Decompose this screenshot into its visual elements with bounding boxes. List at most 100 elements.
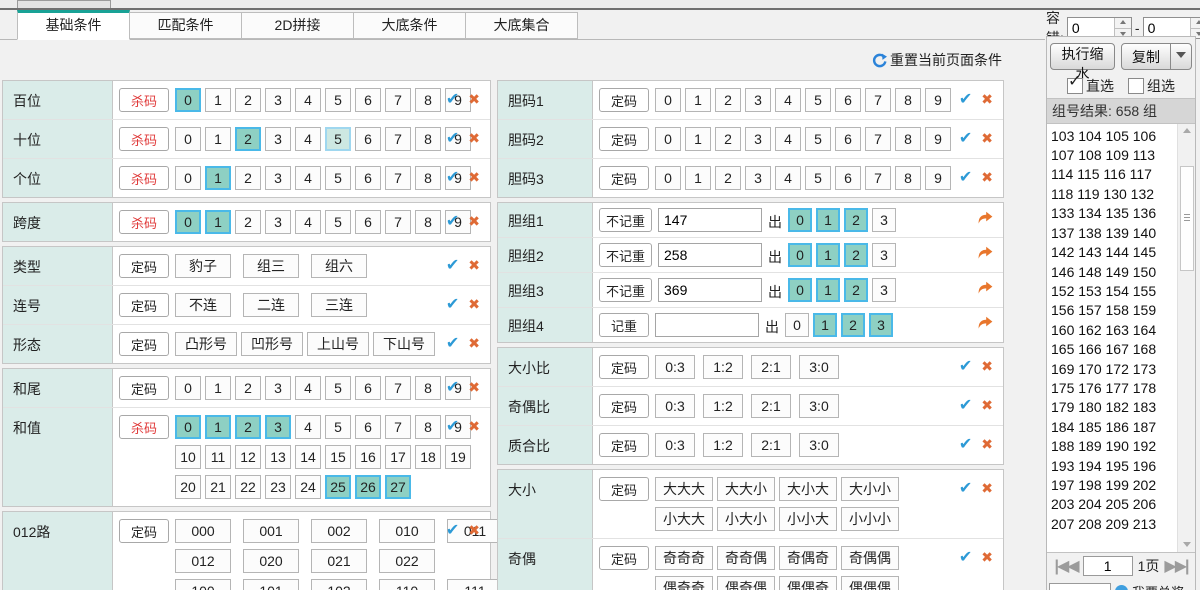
filter-cell-上山号[interactable]: 上山号 bbox=[307, 332, 369, 356]
confirm-check-icon[interactable]: ✔ bbox=[446, 294, 459, 314]
clear-x-icon[interactable]: ✖ bbox=[468, 213, 480, 230]
filter-cell-22[interactable]: 22 bbox=[235, 475, 261, 499]
filter-cell-010[interactable]: 010 bbox=[379, 519, 435, 543]
mode-button-定码[interactable]: 定码 bbox=[599, 88, 649, 112]
clear-x-icon[interactable]: ✖ bbox=[468, 379, 480, 396]
filter-cell-不连[interactable]: 不连 bbox=[175, 293, 231, 317]
filter-cell-3[interactable]: 3 bbox=[745, 166, 771, 190]
filter-cell-4[interactable]: 4 bbox=[295, 166, 321, 190]
filter-cell-3[interactable]: 3 bbox=[745, 127, 771, 151]
filter-cell-7[interactable]: 7 bbox=[865, 88, 891, 112]
filter-cell-6[interactable]: 6 bbox=[835, 166, 861, 190]
filter-cell-3:0[interactable]: 3:0 bbox=[799, 394, 839, 418]
filter-cell-0[interactable]: 0 bbox=[655, 88, 681, 112]
filter-cell-小小小[interactable]: 小小小 bbox=[841, 507, 899, 531]
filter-cell-3:0[interactable]: 3:0 bbox=[799, 433, 839, 457]
filter-cell-1:2[interactable]: 1:2 bbox=[703, 355, 743, 379]
filter-cell-0:3[interactable]: 0:3 bbox=[655, 355, 695, 379]
mode-button-记重[interactable]: 记重 bbox=[599, 313, 649, 337]
filter-cell-2[interactable]: 2 bbox=[844, 208, 868, 232]
filter-cell-2[interactable]: 2 bbox=[235, 376, 261, 400]
filter-cell-2[interactable]: 2 bbox=[235, 415, 261, 439]
filter-cell-1[interactable]: 1 bbox=[816, 278, 840, 302]
filter-cell-3[interactable]: 3 bbox=[872, 243, 896, 267]
confirm-check-icon[interactable]: ✔ bbox=[446, 520, 459, 540]
filter-cell-3[interactable]: 3 bbox=[265, 415, 291, 439]
mode-button-定码[interactable]: 定码 bbox=[119, 376, 169, 400]
filter-cell-25[interactable]: 25 bbox=[325, 475, 351, 499]
filter-cell-4[interactable]: 4 bbox=[775, 88, 801, 112]
filter-cell-6[interactable]: 6 bbox=[355, 88, 381, 112]
filter-cell-000[interactable]: 000 bbox=[175, 519, 231, 543]
filter-cell-8[interactable]: 8 bbox=[895, 127, 921, 151]
last-page-button[interactable]: ▶▶| bbox=[1164, 556, 1187, 576]
filter-cell-0[interactable]: 0 bbox=[175, 415, 201, 439]
filter-cell-6[interactable]: 6 bbox=[355, 376, 381, 400]
filter-cell-0:3[interactable]: 0:3 bbox=[655, 394, 695, 418]
filter-cell-4[interactable]: 4 bbox=[775, 127, 801, 151]
filter-cell-奇偶偶[interactable]: 奇偶偶 bbox=[841, 546, 899, 570]
filter-cell-5[interactable]: 5 bbox=[325, 415, 351, 439]
filter-cell-1[interactable]: 1 bbox=[685, 166, 711, 190]
filter-cell-11[interactable]: 11 bbox=[205, 445, 231, 469]
filter-cell-4[interactable]: 4 bbox=[295, 415, 321, 439]
spinner-buttons[interactable] bbox=[1114, 18, 1131, 38]
apply-arrow-icon[interactable] bbox=[977, 246, 993, 263]
filter-cell-4[interactable]: 4 bbox=[295, 210, 321, 234]
mode-button-定码[interactable]: 定码 bbox=[599, 433, 649, 457]
mode-button-杀码[interactable]: 杀码 bbox=[119, 210, 169, 234]
filter-cell-小小大[interactable]: 小小大 bbox=[779, 507, 837, 531]
tab-大底集合[interactable]: 大底集合 bbox=[465, 12, 578, 39]
confirm-check-icon[interactable]: ✔ bbox=[446, 128, 459, 148]
clear-x-icon[interactable]: ✖ bbox=[981, 480, 993, 497]
confirm-check-icon[interactable]: ✔ bbox=[959, 128, 972, 148]
filter-cell-1[interactable]: 1 bbox=[685, 127, 711, 151]
scrollbar[interactable] bbox=[1177, 124, 1195, 552]
clear-x-icon[interactable]: ✖ bbox=[981, 397, 993, 414]
clear-x-icon[interactable]: ✖ bbox=[981, 169, 993, 186]
filter-cell-5[interactable]: 5 bbox=[325, 127, 351, 151]
filter-cell-0[interactable]: 0 bbox=[788, 243, 812, 267]
zuxuan-checkbox[interactable]: 组选 bbox=[1128, 76, 1175, 96]
mode-button-杀码[interactable]: 杀码 bbox=[119, 166, 169, 190]
mode-button-定码[interactable]: 定码 bbox=[599, 477, 649, 501]
filter-cell-020[interactable]: 020 bbox=[243, 549, 299, 573]
tab-2D拼接[interactable]: 2D拼接 bbox=[241, 12, 354, 39]
tab-大底条件[interactable]: 大底条件 bbox=[353, 12, 466, 39]
copy-dropdown-button[interactable] bbox=[1170, 43, 1192, 70]
filter-cell-111[interactable]: 111 bbox=[447, 579, 503, 590]
scrollbar-thumb[interactable] bbox=[1180, 166, 1194, 271]
filter-cell-8[interactable]: 8 bbox=[415, 166, 441, 190]
filter-cell-1[interactable]: 1 bbox=[205, 88, 231, 112]
confirm-check-icon[interactable]: ✔ bbox=[959, 356, 972, 376]
filter-cell-8[interactable]: 8 bbox=[895, 88, 921, 112]
filter-cell-0[interactable]: 0 bbox=[655, 166, 681, 190]
zhixuan-checkbox[interactable]: ✓ 直选 bbox=[1067, 76, 1114, 96]
filter-cell-2:1[interactable]: 2:1 bbox=[751, 355, 791, 379]
filter-cell-7[interactable]: 7 bbox=[385, 376, 411, 400]
filter-cell-6[interactable]: 6 bbox=[835, 127, 861, 151]
filter-cell-3[interactable]: 3 bbox=[265, 376, 291, 400]
filter-cell-022[interactable]: 022 bbox=[379, 549, 435, 573]
filter-cell-1[interactable]: 1 bbox=[813, 313, 837, 337]
filter-cell-6[interactable]: 6 bbox=[355, 166, 381, 190]
mode-button-定码[interactable]: 定码 bbox=[119, 293, 169, 317]
clear-x-icon[interactable]: ✖ bbox=[468, 335, 480, 352]
filter-cell-5[interactable]: 5 bbox=[325, 88, 351, 112]
filter-cell-10[interactable]: 10 bbox=[175, 445, 201, 469]
filter-cell-102[interactable]: 102 bbox=[311, 579, 367, 590]
scroll-down-icon[interactable] bbox=[1178, 538, 1195, 552]
filter-cell-3[interactable]: 3 bbox=[872, 278, 896, 302]
filter-cell-奇偶奇[interactable]: 奇偶奇 bbox=[779, 546, 837, 570]
filter-cell-16[interactable]: 16 bbox=[355, 445, 381, 469]
mode-button-定码[interactable]: 定码 bbox=[599, 166, 649, 190]
filter-cell-20[interactable]: 20 bbox=[175, 475, 201, 499]
filter-cell-4[interactable]: 4 bbox=[295, 127, 321, 151]
filter-cell-3[interactable]: 3 bbox=[265, 127, 291, 151]
filter-cell-大小大[interactable]: 大小大 bbox=[779, 477, 837, 501]
filter-cell-4[interactable]: 4 bbox=[295, 88, 321, 112]
filter-cell-3[interactable]: 3 bbox=[265, 210, 291, 234]
filter-cell-4[interactable]: 4 bbox=[775, 166, 801, 190]
filter-cell-3[interactable]: 3 bbox=[872, 208, 896, 232]
confirm-check-icon[interactable]: ✔ bbox=[959, 547, 972, 567]
